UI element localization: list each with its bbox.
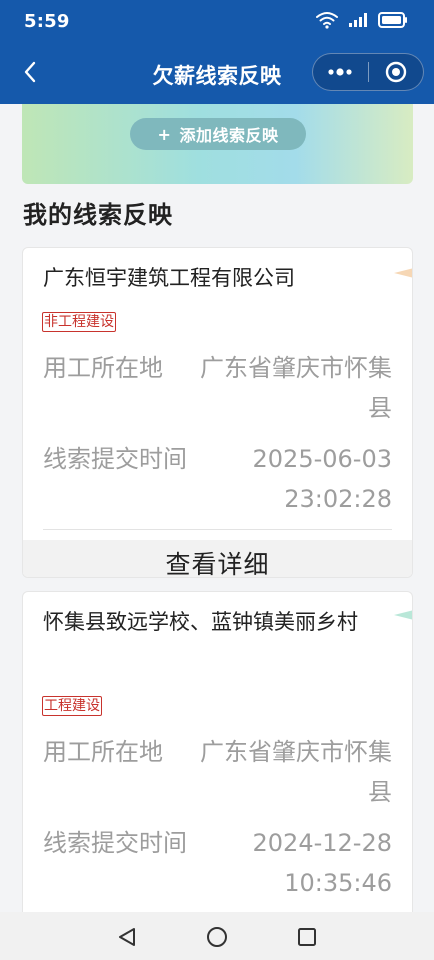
ribbon-decoration: [394, 610, 412, 620]
submit-time-value: 2025-06-03 23:02:28: [187, 439, 392, 519]
circle-home-icon: [205, 925, 229, 949]
location-value: 广东省肇庆市怀集县: [200, 354, 392, 422]
company-name: 广东恒宇建筑工程有限公司: [43, 266, 295, 290]
submit-time-value: 2024-12-28 10:35:46: [187, 823, 392, 903]
more-button[interactable]: [313, 54, 368, 90]
more-dots-icon: [327, 67, 353, 77]
close-mini-program-button[interactable]: [368, 54, 423, 90]
system-nav-bar: [0, 912, 434, 960]
submit-clock: 23:02:28: [284, 485, 392, 513]
submit-date: 2025-06-03: [252, 445, 392, 473]
status-time: 5:59: [24, 11, 70, 32]
status-icons: [316, 11, 408, 29]
category-tag: 非工程建设: [42, 312, 116, 332]
nav-bar: 欠薪线索反映: [0, 44, 434, 104]
ribbon-decoration: [394, 268, 412, 278]
category-tag: 工程建设: [42, 696, 102, 716]
location-value: 广东省肇庆市怀集县: [200, 738, 392, 806]
submit-date: 2024-12-28: [252, 829, 392, 857]
submit-time-row: 线索提交时间 2024-12-28 10:35:46: [43, 823, 392, 903]
location-row: 用工所在地 广东省肇庆市怀集县: [43, 348, 392, 428]
location-row: 用工所在地 广东省肇庆市怀集县: [43, 732, 392, 812]
status-bar: 5:59: [0, 0, 434, 44]
back-button[interactable]: [14, 56, 46, 88]
system-back-button[interactable]: [114, 924, 140, 950]
square-recent-icon: [296, 926, 318, 948]
clue-card[interactable]: 广东恒宇建筑工程有限公司 非工程建设 用工所在地 广东省肇庆市怀集县 线索提交时…: [22, 247, 413, 578]
chevron-left-icon: [22, 60, 38, 84]
add-clue-banner: + 添加线索反映: [22, 104, 413, 184]
triangle-back-icon: [116, 926, 138, 948]
system-recent-apps-button[interactable]: [294, 924, 320, 950]
submit-time-label: 线索提交时间: [43, 829, 187, 857]
target-close-icon: [384, 60, 408, 84]
plus-icon: +: [157, 124, 172, 144]
section-title: 我的线索反映: [23, 201, 173, 229]
location-label: 用工所在地: [43, 738, 163, 766]
add-clue-button[interactable]: + 添加线索反映: [130, 118, 306, 150]
location-label: 用工所在地: [43, 354, 163, 382]
company-name: 怀集县致远学校、蓝钟镇美丽乡村: [43, 610, 358, 634]
submit-clock: 10:35:46: [284, 869, 392, 897]
system-home-button[interactable]: [204, 924, 230, 950]
app-header: 5:59 欠薪线索反映: [0, 0, 434, 104]
battery-icon: [378, 12, 408, 28]
submit-time-label: 线索提交时间: [43, 445, 187, 473]
card-divider: [43, 529, 392, 530]
add-clue-label: 添加线索反映: [179, 126, 279, 145]
signal-icon: [348, 12, 368, 28]
wifi-icon: [316, 11, 338, 29]
clue-card[interactable]: 怀集县致远学校、蓝钟镇美丽乡村 工程建设 用工所在地 广东省肇庆市怀集县 线索提…: [22, 591, 413, 921]
mini-program-capsule: [312, 53, 424, 91]
view-detail-button[interactable]: 查看详细: [23, 540, 412, 577]
submit-time-row: 线索提交时间 2025-06-03 23:02:28: [43, 439, 392, 519]
